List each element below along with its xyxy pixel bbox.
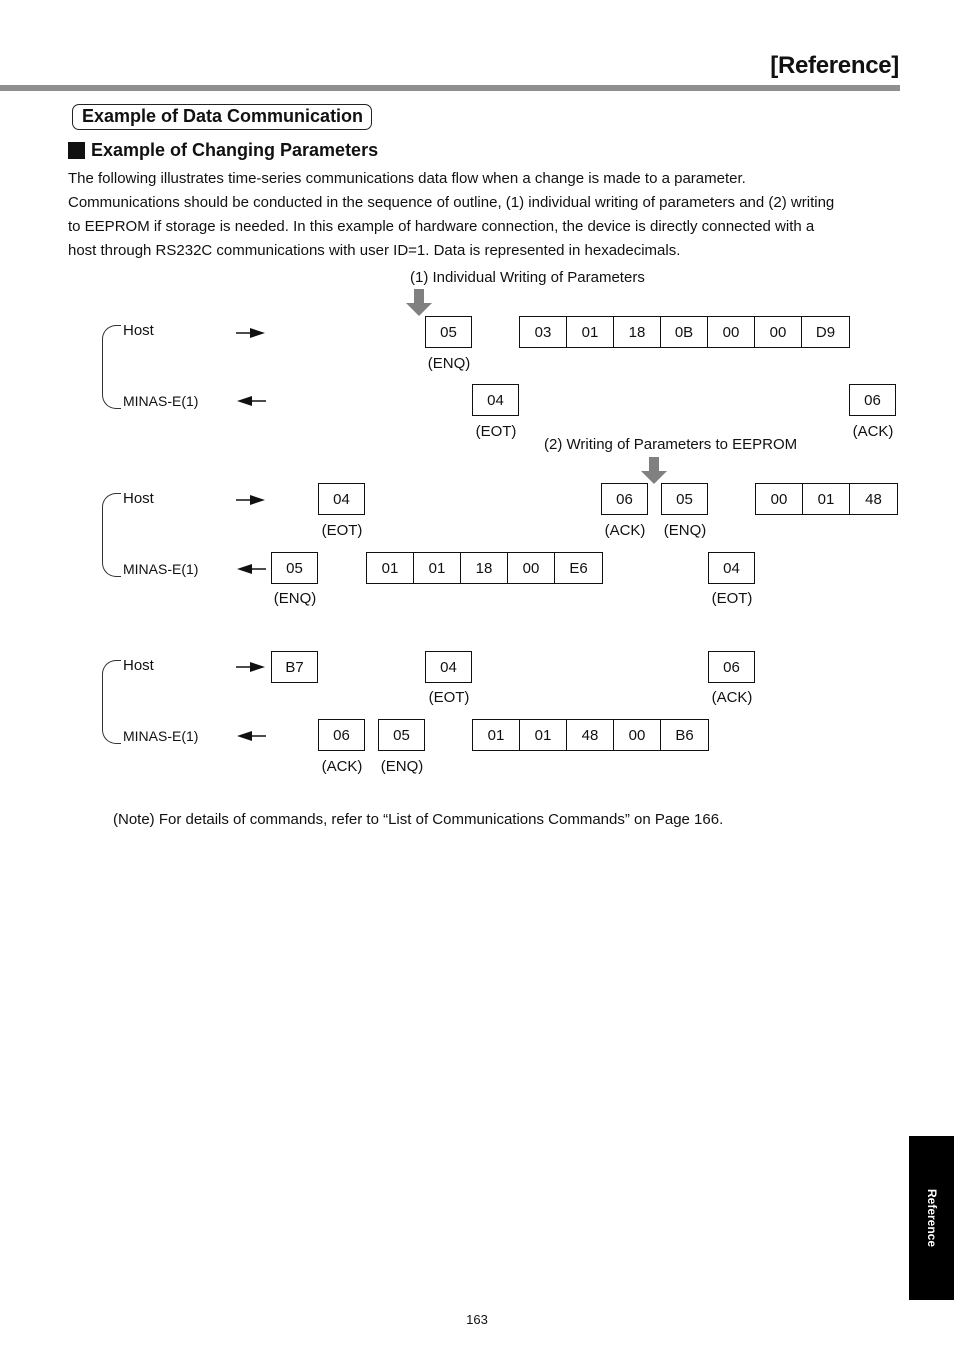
side-tab-label: Reference (924, 1188, 939, 1248)
frame-byte: 00 (508, 553, 555, 583)
section-title: Example of Data Communication (72, 104, 373, 130)
host-label: Host (123, 657, 154, 674)
host-frame: 03 01 18 0B 00 00 D9 (519, 316, 850, 348)
subsection-title-text: Example of Changing Parameters (91, 140, 379, 160)
byte-box: 05 (661, 483, 708, 515)
byte-caption: (ENQ) (663, 522, 707, 539)
frame-byte: B6 (675, 726, 694, 744)
byte-box: 06 (601, 483, 648, 515)
frame-byte: 00 (614, 720, 661, 750)
header-rule (0, 85, 900, 91)
subsection-title: Example of Changing Parameters (68, 140, 378, 161)
frame-byte: 00 (755, 317, 802, 347)
byte-caption: (ACK) (321, 758, 363, 775)
bracket (102, 493, 121, 577)
right-arrow-icon (236, 662, 265, 672)
frame-byte: 00 (708, 317, 755, 347)
page-header-title: [Reference] (770, 52, 899, 79)
frame-byte: 48 (865, 490, 882, 508)
frame-byte: 01 (367, 553, 414, 583)
byte-caption: (ENQ) (380, 758, 424, 775)
byte-caption: (ENQ) (427, 355, 471, 372)
left-arrow-icon (237, 731, 266, 741)
frame-byte: 01 (520, 720, 567, 750)
byte-box: 06 (849, 384, 896, 416)
byte-caption: (EOT) (428, 689, 470, 706)
device-frame: 01 01 48 00 B6 (472, 719, 709, 751)
byte-box: 04 (318, 483, 365, 515)
frame-byte: 01 (567, 317, 614, 347)
intro-paragraph: The following illustrates time-series co… (68, 167, 908, 263)
byte-box: B7 (271, 651, 318, 683)
byte-caption: (ACK) (604, 522, 646, 539)
byte-caption: (EOT) (475, 423, 517, 440)
frame-byte: D9 (815, 323, 836, 341)
frame-byte: 01 (803, 484, 850, 514)
intro-line: Communications should be conducted in th… (68, 194, 835, 211)
bracket (102, 325, 121, 409)
marker-eeprom-writing: (2) Writing of Parameters to EEPROM (544, 436, 798, 453)
byte-box: 05 (378, 719, 425, 751)
frame-byte: 0B (661, 317, 708, 347)
byte-caption: (ACK) (852, 423, 894, 440)
frame-byte: 03 (520, 317, 567, 347)
frame-byte: E6 (569, 559, 588, 577)
byte-box: 04 (708, 552, 755, 584)
frame-byte: 01 (414, 553, 461, 583)
down-arrow-icon (641, 457, 667, 484)
byte-caption: (EOT) (321, 522, 363, 539)
left-arrow-icon (237, 564, 266, 574)
bracket (102, 660, 121, 744)
intro-line: The following illustrates time-series co… (68, 170, 746, 187)
host-label: Host (123, 322, 154, 339)
right-arrow-icon (236, 495, 265, 505)
byte-box: 05 (271, 552, 318, 584)
side-tab-reference[interactable]: Reference (909, 1136, 954, 1300)
host-label: Host (123, 490, 154, 507)
byte-box: 04 (472, 384, 519, 416)
note-text: (Note) For details of commands, refer to… (113, 811, 724, 828)
left-arrow-icon (237, 396, 266, 406)
page-number: 163 (466, 1312, 488, 1327)
device-label: MINAS-E(1) (123, 728, 199, 744)
frame-byte: 18 (614, 317, 661, 347)
square-bullet-icon (68, 142, 85, 159)
frame-byte: 00 (756, 484, 803, 514)
byte-box: 06 (708, 651, 755, 683)
byte-box: 05 (425, 316, 472, 348)
down-arrow-icon (406, 289, 432, 316)
intro-line: to EEPROM if storage is needed. In this … (68, 218, 815, 235)
frame-byte: 48 (567, 720, 614, 750)
device-label: MINAS-E(1) (123, 393, 199, 409)
byte-box: 06 (318, 719, 365, 751)
frame-byte: 01 (473, 720, 520, 750)
device-label: MINAS-E(1) (123, 561, 199, 577)
marker-individual-writing: (1) Individual Writing of Parameters (410, 269, 645, 286)
byte-box: 04 (425, 651, 472, 683)
intro-line: host through RS232C communications with … (68, 242, 681, 259)
right-arrow-icon (236, 328, 265, 338)
frame-byte: 18 (461, 553, 508, 583)
byte-caption: (ENQ) (273, 590, 317, 607)
device-frame: 01 01 18 00 E6 (366, 552, 603, 584)
host-frame: 00 01 48 (755, 483, 898, 515)
byte-caption: (ACK) (711, 689, 753, 706)
byte-caption: (EOT) (711, 590, 753, 607)
